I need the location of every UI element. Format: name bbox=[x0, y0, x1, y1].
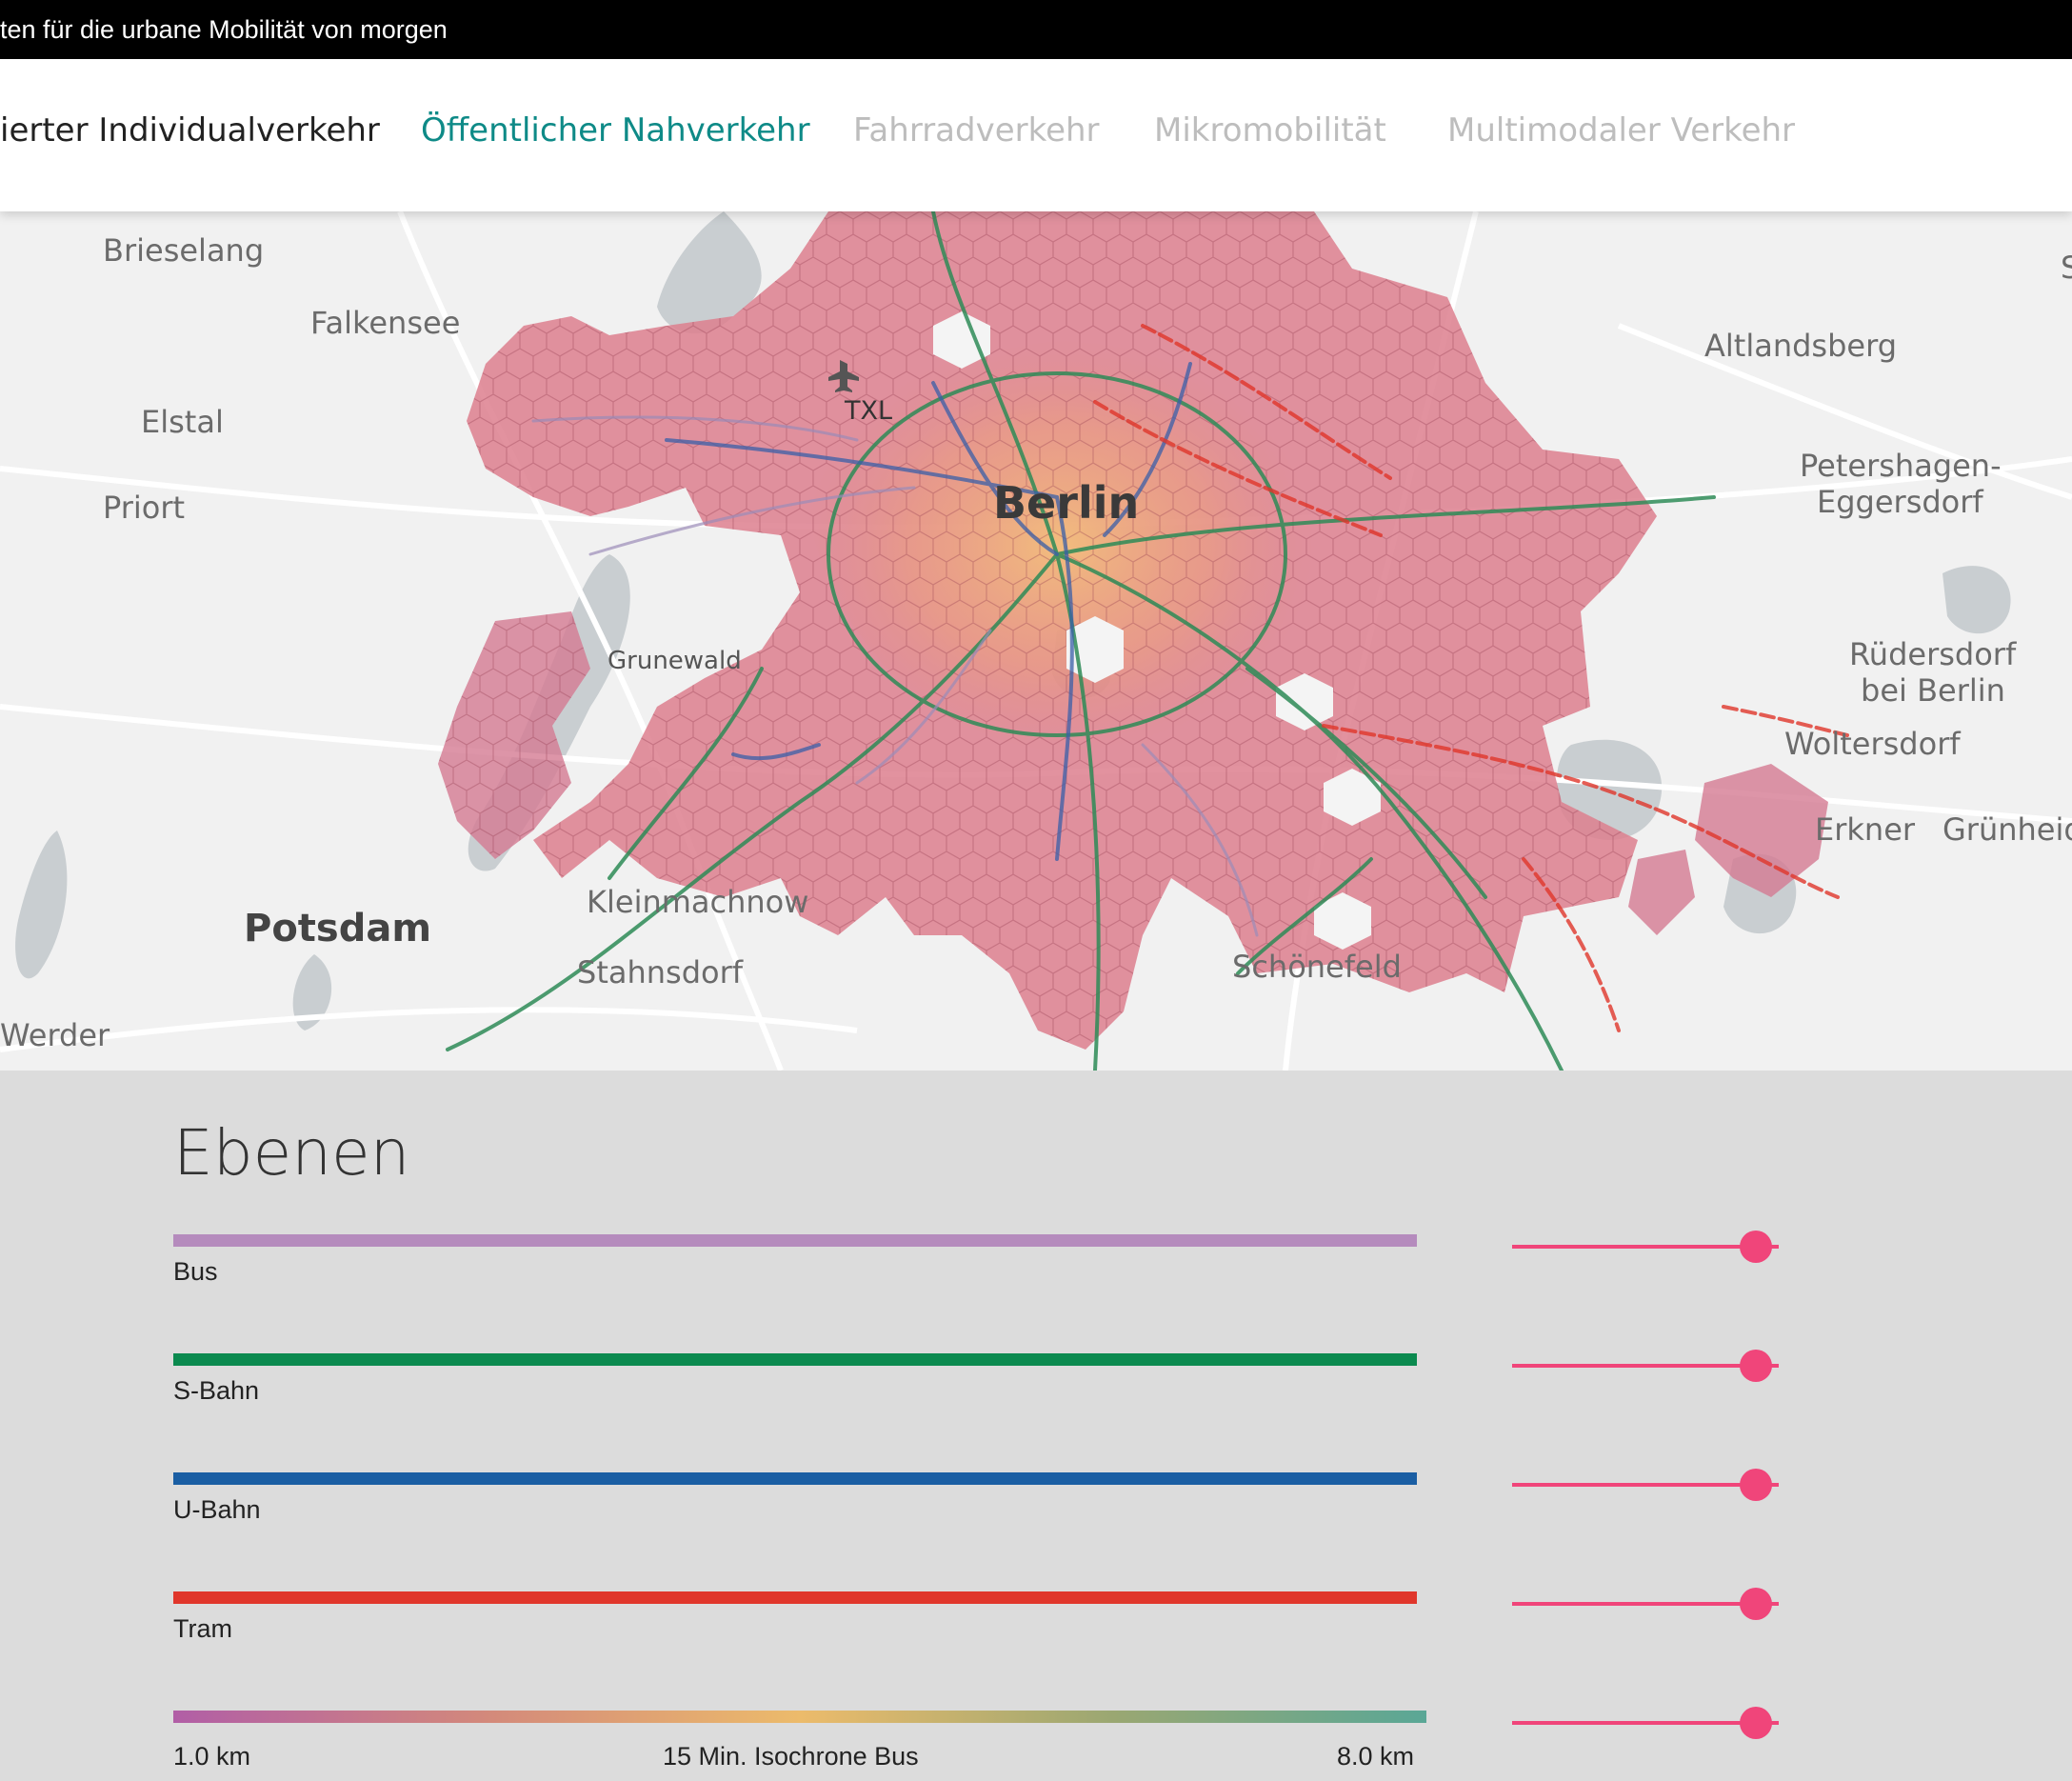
place-label: Grünheid bbox=[1942, 811, 2072, 848]
category-tabs: ierter Individualverkehr Öffentlicher Na… bbox=[0, 59, 2072, 211]
u-bahn-layer-bar bbox=[173, 1472, 1417, 1485]
bus-layer-label: Bus bbox=[173, 1257, 218, 1286]
tram-opacity-slider-handle[interactable] bbox=[1740, 1588, 1772, 1620]
tab-micromobility[interactable]: Mikromobilität bbox=[1154, 111, 1386, 150]
isochrone-min-label: 1.0 km bbox=[173, 1742, 251, 1771]
tab-motorized-individual-traffic[interactable]: ierter Individualverkehr bbox=[0, 111, 380, 150]
place-label: Grunewald bbox=[608, 647, 742, 675]
s-bahn-opacity-slider-handle[interactable] bbox=[1740, 1350, 1772, 1382]
place-label: Elstal bbox=[141, 404, 224, 440]
tab-public-transport[interactable]: Öffentlicher Nahverkehr bbox=[421, 111, 810, 150]
bus-opacity-slider-handle[interactable] bbox=[1740, 1231, 1772, 1263]
bus-layer-bar bbox=[173, 1234, 1417, 1247]
isochrone-gradient-bar bbox=[173, 1711, 1426, 1723]
tab-bicycle-traffic[interactable]: Fahrradverkehr bbox=[853, 111, 1100, 150]
bus-opacity-slider-track[interactable] bbox=[1512, 1245, 1779, 1249]
map-view[interactable]: TXL Brieselang Falkensee Elstal Priort B… bbox=[0, 211, 2072, 1071]
tram-layer-label: Tram bbox=[173, 1614, 232, 1643]
tagline: ten für die urbane Mobilität von morgen bbox=[0, 15, 448, 44]
place-label: Erkner bbox=[1815, 811, 1916, 848]
place-label: Petershagen- bbox=[1800, 448, 2002, 484]
isochrone-max-label: 8.0 km bbox=[1337, 1742, 1415, 1771]
layers-panel: Ebenen Bus S-Bahn U-Bahn Tram 1.0 km 15 … bbox=[0, 1071, 2072, 1781]
tab-multimodal-traffic[interactable]: Multimodaler Verkehr bbox=[1447, 111, 1795, 150]
place-label: Falkensee bbox=[310, 305, 460, 341]
place-label-berlin: Berlin bbox=[993, 477, 1139, 529]
u-bahn-opacity-slider-track[interactable] bbox=[1512, 1483, 1779, 1487]
place-label: bei Berlin bbox=[1861, 672, 2005, 709]
top-bar: ten für die urbane Mobilität von morgen bbox=[0, 0, 2072, 59]
u-bahn-opacity-slider-handle[interactable] bbox=[1740, 1469, 1772, 1501]
tram-layer-bar bbox=[173, 1591, 1417, 1604]
place-label: Rüdersdorf bbox=[1849, 636, 2017, 672]
airport-label: TXL bbox=[844, 396, 892, 426]
isochrone-opacity-slider-handle[interactable] bbox=[1740, 1707, 1772, 1739]
place-label: S bbox=[2061, 250, 2072, 286]
place-label: Schönefeld bbox=[1232, 949, 1402, 985]
panel-title: Ebenen bbox=[173, 1116, 410, 1190]
s-bahn-layer-label: S-Bahn bbox=[173, 1376, 260, 1405]
place-label: Eggersdorf bbox=[1817, 484, 1983, 520]
s-bahn-layer-bar bbox=[173, 1353, 1417, 1366]
u-bahn-layer-label: U-Bahn bbox=[173, 1495, 261, 1524]
place-label: Priort bbox=[103, 490, 185, 526]
place-label: Woltersdorf bbox=[1784, 726, 1961, 762]
map-canvas[interactable]: TXL Brieselang Falkensee Elstal Priort B… bbox=[0, 211, 2072, 1071]
s-bahn-opacity-slider-track[interactable] bbox=[1512, 1364, 1779, 1368]
tram-opacity-slider-track[interactable] bbox=[1512, 1602, 1779, 1606]
place-label: Kleinmachnow bbox=[587, 884, 808, 920]
place-label: Stahnsdorf bbox=[577, 954, 744, 991]
place-label: Brieselang bbox=[103, 232, 264, 269]
place-label-potsdam: Potsdam bbox=[244, 907, 431, 951]
isochrone-name-label: 15 Min. Isochrone Bus bbox=[663, 1742, 919, 1771]
isochrone-opacity-slider-track[interactable] bbox=[1512, 1721, 1779, 1725]
place-label: Altlandsberg bbox=[1704, 328, 1897, 364]
place-label: Werder bbox=[0, 1017, 110, 1053]
